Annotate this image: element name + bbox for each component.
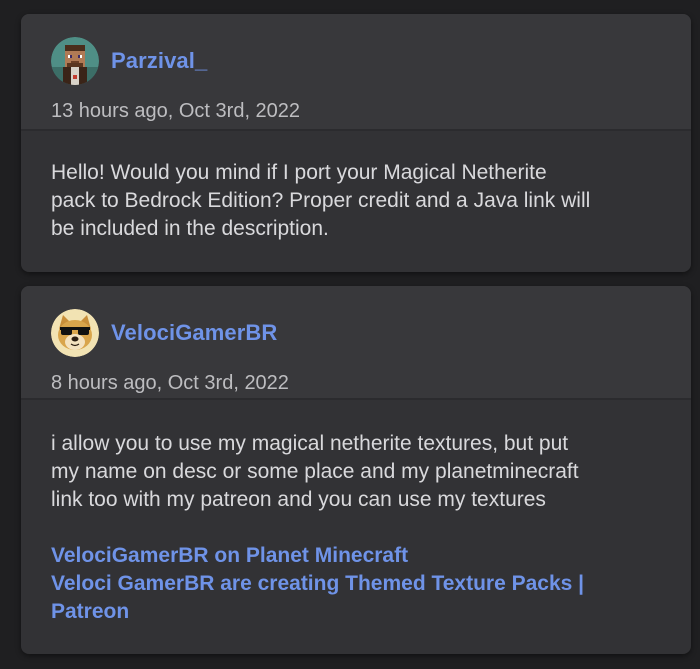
comment-timestamp: 13 hours ago, Oct 3rd, 2022	[51, 100, 301, 122]
comment-text-line: my name on desc or some place and my pla…	[51, 460, 579, 483]
author-row: VelociGamerBR	[51, 286, 691, 358]
patreon-link[interactable]: Veloci GamerBR are creating Themed Textu…	[51, 570, 661, 598]
author-name-link[interactable]: VelociGamerBR	[111, 320, 277, 346]
doge-sunglasses-avatar-icon[interactable]	[51, 309, 99, 357]
comment-text-line: Hello! Would you mind if I port your Mag…	[51, 161, 547, 184]
comment-text-line: pack to Bedrock Edition? Proper credit a…	[51, 189, 591, 212]
comment-links: VelociGamerBR on Planet Minecraft Veloci…	[51, 542, 661, 626]
patreon-link-continued[interactable]: Patreon	[51, 598, 661, 626]
comment-card: VelociGamerBR 8 hours ago, Oct 3rd, 2022…	[21, 286, 691, 654]
comment-feed: Parzival_ 13 hours ago, Oct 3rd, 2022 He…	[0, 0, 700, 669]
author-row: Parzival_	[51, 14, 691, 86]
author-name-link[interactable]: Parzival_	[111, 48, 207, 74]
comment-header: Parzival_ 13 hours ago, Oct 3rd, 2022	[21, 14, 691, 131]
planet-minecraft-link[interactable]: VelociGamerBR on Planet Minecraft	[51, 542, 661, 570]
comment-text-line: i allow you to use my magical netherite …	[51, 432, 569, 455]
comment-header: VelociGamerBR 8 hours ago, Oct 3rd, 2022	[21, 286, 691, 400]
comment-text-line: be included in the description.	[51, 217, 329, 240]
comment-card: Parzival_ 13 hours ago, Oct 3rd, 2022 He…	[21, 14, 691, 272]
comment-body: i allow you to use my magical netherite …	[21, 400, 691, 626]
comment-text-line: link too with my patreon and you can use…	[51, 488, 546, 511]
pixel-steve-avatar-icon[interactable]	[51, 37, 99, 85]
comment-body: Hello! Would you mind if I port your Mag…	[21, 131, 691, 243]
comment-timestamp: 8 hours ago, Oct 3rd, 2022	[51, 372, 289, 394]
